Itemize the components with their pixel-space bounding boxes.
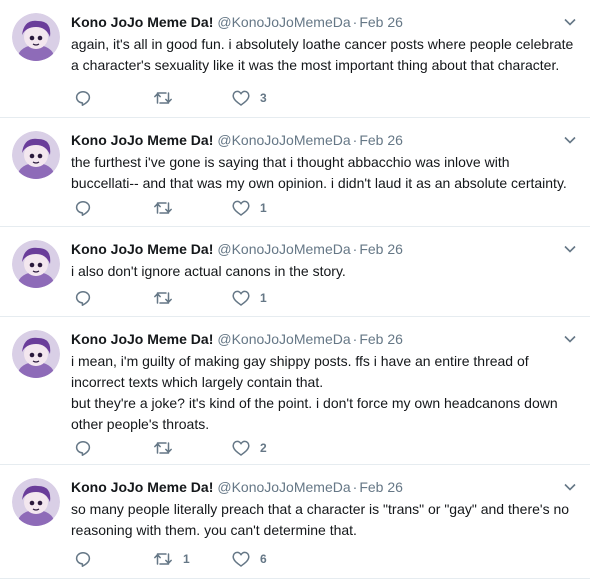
avatar[interactable] (12, 240, 60, 288)
retweet-button[interactable] (153, 439, 183, 457)
display-name[interactable]: Kono JoJo Meme Da! (71, 132, 213, 148)
reply-icon (75, 291, 91, 306)
display-name[interactable]: Kono JoJo Meme Da! (71, 241, 213, 257)
like-count: 2 (260, 441, 267, 455)
tweet[interactable]: Kono JoJo Meme Da! @KonoJoJoMemeDa · Feb 26… (0, 118, 590, 227)
timestamp[interactable]: Feb 26 (359, 241, 403, 257)
avatar-image (12, 131, 60, 179)
timestamp[interactable]: Feb 26 (359, 479, 403, 495)
user-handle[interactable]: @KonoJoJoMemeDa (217, 132, 350, 148)
like-count: 6 (260, 552, 267, 566)
like-count: 3 (260, 91, 267, 105)
retweet-count: 1 (183, 552, 190, 566)
reply-button[interactable] (75, 199, 91, 217)
separator-dot: · (352, 331, 358, 347)
like-button[interactable]: 3 (232, 89, 267, 107)
avatar-image (12, 330, 60, 378)
timestamp[interactable]: Feb 26 (359, 14, 403, 30)
reply-button[interactable] (75, 89, 91, 107)
user-handle[interactable]: @KonoJoJoMemeDa (217, 14, 350, 30)
tweet-header: Kono JoJo Meme Da! @KonoJoJoMemeDa · Feb 26 (71, 478, 560, 496)
separator-dot: · (352, 14, 358, 30)
reply-button[interactable] (75, 439, 91, 457)
tweet-header: Kono JoJo Meme Da! @KonoJoJoMemeDa · Feb 26 (71, 131, 560, 149)
user-handle[interactable]: @KonoJoJoMemeDa (217, 331, 350, 347)
retweet-button[interactable]: 1 (153, 550, 190, 568)
like-icon (232, 290, 250, 306)
tweet-text: so many people literally preach that a c… (71, 501, 570, 538)
avatar-image (12, 13, 60, 61)
tweet-text: again, it's all in good fun. i absolutel… (71, 36, 574, 73)
caret-down-icon[interactable] (564, 481, 576, 493)
tweet-header: Kono JoJo Meme Da! @KonoJoJoMemeDa · Feb 26 (71, 13, 560, 31)
display-name[interactable]: Kono JoJo Meme Da! (71, 14, 213, 30)
tweet-text: the furthest i've gone is saying that i … (71, 154, 567, 191)
like-button[interactable]: 1 (232, 289, 267, 307)
reply-button[interactable] (75, 289, 91, 307)
retweet-icon (154, 292, 172, 304)
reply-icon (75, 441, 91, 456)
retweet-button[interactable] (153, 89, 183, 107)
like-button[interactable]: 1 (232, 199, 267, 217)
separator-dot: · (352, 479, 358, 495)
avatar[interactable] (12, 330, 60, 378)
reply-icon (75, 552, 91, 567)
caret-down-icon[interactable] (564, 16, 576, 28)
tweet[interactable]: Kono JoJo Meme Da! @KonoJoJoMemeDa · Feb 26… (0, 465, 590, 579)
user-handle[interactable]: @KonoJoJoMemeDa (217, 241, 350, 257)
separator-dot: · (352, 132, 358, 148)
tweet-text: i mean, i'm guilty of making gay shippy … (71, 353, 558, 432)
like-button[interactable]: 6 (232, 550, 267, 568)
display-name[interactable]: Kono JoJo Meme Da! (71, 479, 213, 495)
reply-icon (75, 201, 91, 216)
reply-icon (75, 91, 91, 106)
tweet[interactable]: Kono JoJo Meme Da! @KonoJoJoMemeDa · Feb 26… (0, 317, 590, 465)
retweet-icon (154, 442, 172, 454)
retweet-button[interactable] (153, 199, 183, 217)
caret-down-icon[interactable] (564, 333, 576, 345)
tweet[interactable]: Kono JoJo Meme Da! @KonoJoJoMemeDa · Feb 26… (0, 227, 590, 317)
timestamp[interactable]: Feb 26 (359, 331, 403, 347)
avatar-image (12, 478, 60, 526)
retweet-button[interactable] (153, 289, 183, 307)
timestamp[interactable]: Feb 26 (359, 132, 403, 148)
tweet-header: Kono JoJo Meme Da! @KonoJoJoMemeDa · Feb 26 (71, 330, 560, 348)
retweet-icon (154, 92, 172, 104)
separator-dot: · (352, 241, 358, 257)
avatar[interactable] (12, 478, 60, 526)
user-handle[interactable]: @KonoJoJoMemeDa (217, 479, 350, 495)
tweet-header: Kono JoJo Meme Da! @KonoJoJoMemeDa · Feb 26 (71, 240, 560, 258)
caret-down-icon[interactable] (564, 243, 576, 255)
avatar[interactable] (12, 131, 60, 179)
caret-down-icon[interactable] (564, 134, 576, 146)
avatar[interactable] (12, 13, 60, 61)
like-icon (232, 90, 250, 106)
like-button[interactable]: 2 (232, 439, 267, 457)
retweet-icon (154, 202, 172, 214)
like-icon (232, 440, 250, 456)
like-count: 1 (260, 291, 267, 305)
retweet-icon (154, 553, 172, 565)
tweet[interactable]: Kono JoJo Meme Da! @KonoJoJoMemeDa · Feb 26… (0, 0, 590, 118)
like-icon (232, 551, 250, 567)
like-icon (232, 200, 250, 216)
tweet-text: i also don't ignore actual canons in the… (71, 263, 346, 279)
reply-button[interactable] (75, 550, 91, 568)
display-name[interactable]: Kono JoJo Meme Da! (71, 331, 213, 347)
avatar-image (12, 240, 60, 288)
like-count: 1 (260, 201, 267, 215)
